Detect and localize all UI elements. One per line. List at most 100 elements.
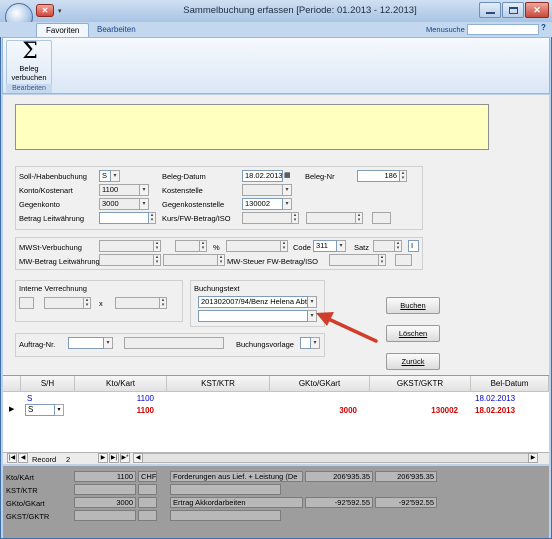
mwsteuer-spinner-icon[interactable]: ▴ ▾ [379, 254, 386, 266]
mwsteuer-iso-field[interactable] [395, 254, 412, 266]
help-icon[interactable]: ? [541, 23, 551, 35]
ribbon-panel [2, 37, 550, 94]
buchungstext-dropdown-icon[interactable]: ▾ [308, 296, 317, 308]
belegnr-field[interactable]: 186 [357, 170, 400, 182]
col-header-beldatum[interactable]: Bel-Datum [471, 376, 549, 392]
last-record-icon[interactable]: ▶| [109, 453, 119, 463]
fw-betrag-spinner-icon[interactable]: ▴ ▾ [356, 212, 363, 224]
mwst-percent-field[interactable] [175, 240, 200, 252]
col-header-kto[interactable]: Kto/Kart [75, 376, 167, 392]
iso-field[interactable] [372, 212, 391, 224]
row1-datum[interactable]: 18.02.2013 [475, 393, 515, 404]
mwst-spinner-icon[interactable]: ▴ ▾ [154, 240, 161, 252]
buchen-label: Buchen [400, 301, 426, 310]
code-dropdown-icon[interactable]: ▾ [337, 240, 346, 252]
satz-flag-field[interactable]: I [408, 240, 419, 252]
gegenkonto-label: Gegenkonto [19, 200, 60, 209]
auftrag-dropdown-icon[interactable]: ▾ [104, 337, 113, 349]
menusuche-input[interactable] [467, 24, 539, 35]
auftrag-field[interactable] [68, 337, 104, 349]
buchungstext-field[interactable]: 201302007/94/Benz Helena Abtw [198, 296, 308, 308]
code-label: Code [293, 243, 311, 252]
kurs-field[interactable] [242, 212, 292, 224]
satz-field[interactable] [373, 240, 395, 252]
interne-factor-field[interactable] [115, 297, 160, 309]
beleg-verbuchen-button[interactable]: Beleg verbuchen [6, 64, 52, 82]
first-record-icon[interactable]: |◀ [7, 453, 17, 463]
satz-spinner-icon[interactable]: ▴ ▾ [395, 240, 402, 252]
kurs-spinner-icon[interactable]: ▴ ▾ [292, 212, 299, 224]
buchungstext-field-2[interactable] [198, 310, 308, 322]
mwst-amount-field[interactable] [226, 240, 281, 252]
next-record-icon[interactable]: ▶ [98, 453, 108, 463]
mwst-betrag-spinner-icon[interactable]: ▴ ▾ [154, 254, 161, 266]
notice-panel [15, 104, 489, 150]
loeschen-button[interactable]: Löschen [386, 325, 440, 342]
col-header-sh[interactable]: S/H [21, 376, 75, 392]
interne-amount-field[interactable] [44, 297, 84, 309]
mwsteuer-field[interactable] [329, 254, 379, 266]
minimize-icon[interactable] [479, 2, 501, 18]
kostenstelle-dropdown-icon[interactable]: ▾ [283, 184, 292, 196]
zurueck-button[interactable]: Zurück [386, 353, 440, 370]
row1-sh[interactable]: S [27, 393, 32, 404]
interne-flag-field[interactable] [19, 297, 34, 309]
gegenkostenstelle-field[interactable]: 130002 [242, 198, 283, 210]
row2-sh-dropdown-icon[interactable]: ▾ [55, 404, 64, 416]
row2-gkst[interactable]: 130002 [370, 405, 458, 416]
soll-haben-dropdown-icon[interactable]: ▾ [111, 170, 120, 182]
code-field[interactable]: 311 [313, 240, 337, 252]
buchen-button[interactable]: Buchen [386, 297, 440, 314]
kostenstelle-field[interactable] [242, 184, 283, 196]
window-close-icon[interactable]: ✕ [525, 2, 549, 18]
mwst-field[interactable] [99, 240, 154, 252]
buchungstext-2-dropdown-icon[interactable]: ▾ [308, 310, 317, 322]
calendar-icon[interactable]: ▦ [284, 171, 292, 181]
buchungstext-label: Buchungstext [194, 284, 240, 293]
belegnr-spinner-icon[interactable]: ▴ ▾ [400, 170, 407, 182]
konto-dropdown-icon[interactable]: ▾ [140, 184, 149, 196]
interne-factor-spinner-icon[interactable]: ▴ ▾ [160, 297, 167, 309]
new-record-icon[interactable]: ▶* [120, 453, 130, 463]
record-number[interactable]: 2 [66, 455, 70, 464]
buchungsvorlage-dropdown-icon[interactable]: ▾ [311, 337, 320, 349]
col-header-gkto[interactable]: GKto/GKart [270, 376, 370, 392]
belegdatum-field[interactable]: 18.02.2013 [242, 170, 283, 182]
buchungsvorlage-field[interactable] [300, 337, 311, 349]
col-header-kst[interactable]: KST/KTR [167, 376, 270, 392]
scroll-left-icon[interactable]: ◀ [133, 453, 143, 463]
betrag-field[interactable] [99, 212, 149, 224]
row2-kto[interactable]: 1100 [75, 405, 154, 416]
interne-label: Interne Verrechnung [19, 284, 87, 293]
mwst-amount-spinner-icon[interactable]: ▴ ▾ [281, 240, 288, 252]
row2-datum[interactable]: 18.02.2013 [475, 405, 515, 416]
row2-sh-editor[interactable]: S [25, 404, 55, 416]
tab-bearbeiten[interactable]: Bearbeiten [88, 23, 145, 37]
gegenkostenstelle-label: Gegenkostenstelle [162, 200, 225, 209]
scroll-right-icon[interactable]: ▶ [528, 453, 538, 463]
tab-favoriten[interactable]: Favoriten [36, 23, 90, 37]
close-icon[interactable]: ✕ [36, 4, 54, 17]
mwst-betrag2-field[interactable] [163, 254, 218, 266]
gegenkonto-dropdown-icon[interactable]: ▾ [140, 198, 149, 210]
sigma-icon[interactable]: Σ [18, 40, 42, 64]
soll-haben-field[interactable]: S [99, 170, 111, 182]
grid-corner [3, 376, 21, 392]
mwst-betrag2-spinner-icon[interactable]: ▴ ▾ [218, 254, 225, 266]
horizontal-scrollbar[interactable] [133, 453, 538, 463]
row2-gkto[interactable]: 3000 [270, 405, 357, 416]
gegenkonto-field[interactable]: 3000 [99, 198, 140, 210]
mwst-betrag-field[interactable] [99, 254, 154, 266]
mwst-percent-spinner-icon[interactable]: ▴ ▾ [200, 240, 207, 252]
col-header-gkst[interactable]: GKST/GKTR [370, 376, 471, 392]
fw-betrag-field[interactable] [306, 212, 356, 224]
konto-label: Konto/Kostenart [19, 186, 73, 195]
gegenkostenstelle-dropdown-icon[interactable]: ▾ [283, 198, 292, 210]
row1-kto[interactable]: 1100 [75, 393, 154, 404]
betrag-spinner-icon[interactable]: ▴ ▾ [149, 212, 156, 224]
interne-amount-spinner-icon[interactable]: ▴ ▾ [84, 297, 91, 309]
quick-access-dropdown-icon[interactable]: ▾ [58, 7, 62, 15]
konto-field[interactable]: 1100 [99, 184, 140, 196]
maximize-icon[interactable] [502, 2, 524, 18]
prev-record-icon[interactable]: ◀ [18, 453, 28, 463]
